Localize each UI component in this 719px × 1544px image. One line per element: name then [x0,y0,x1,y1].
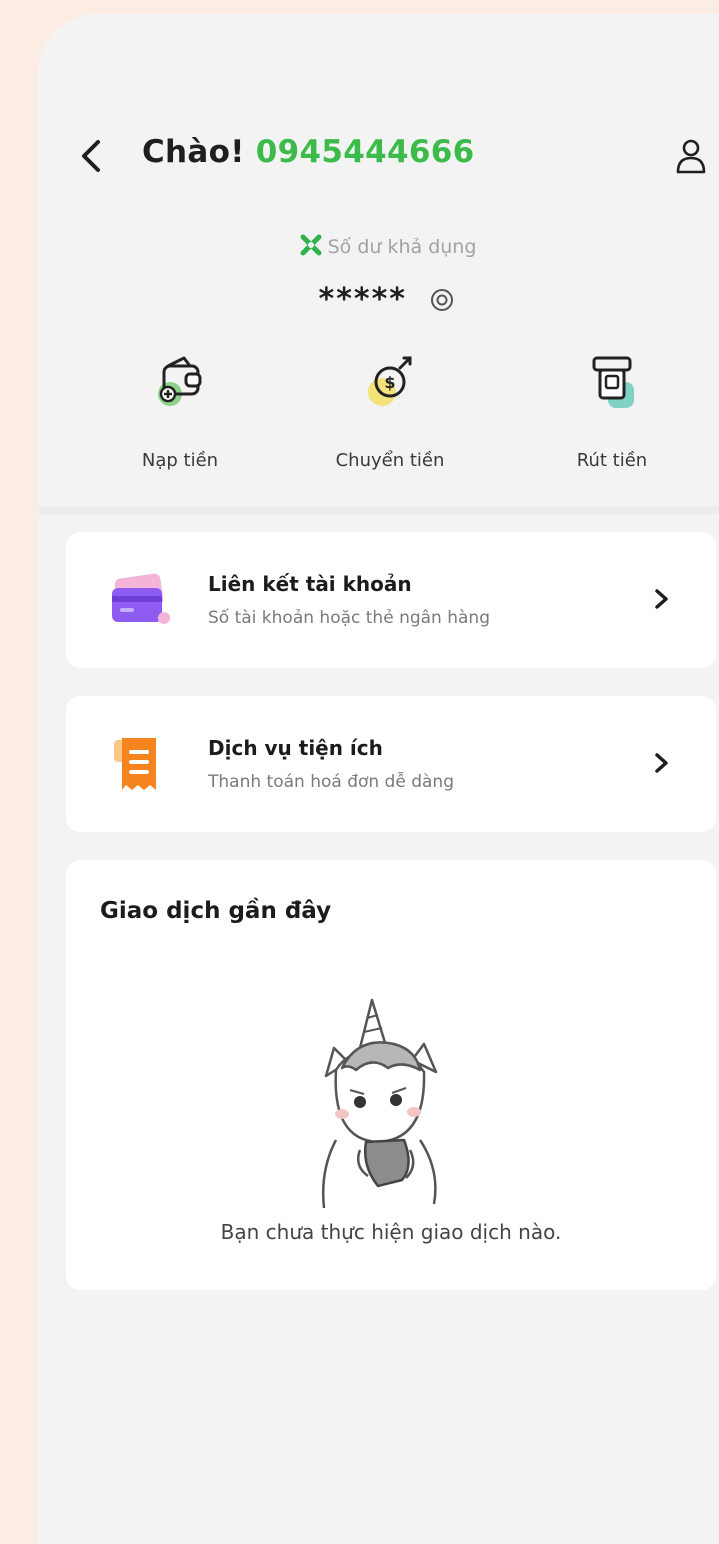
greeting: Chào! 0945444666 [142,134,474,170]
top-up-label: Nạp tiền [141,450,219,471]
chevron-right-icon [655,589,668,609]
user-profile-icon[interactable] [673,136,709,176]
balance-label: Số dư khả dụng [38,234,719,258]
top-up-button[interactable]: Nạp tiền [100,354,260,479]
link-account-subtitle: Số tài khoản hoặc thẻ ngân hàng [208,608,490,628]
section-divider [38,506,719,514]
sad-unicorn-illustration [321,998,438,1209]
utility-services-card[interactable]: Dịch vụ tiện ích Thanh toán hoá đơn dễ d… [66,696,716,832]
status-bar [38,14,719,84]
recent-transactions-card: Giao dịch gần đây Bạn chưa thực hiện gia… [66,860,716,1290]
quick-actions: Nạp tiền $ Chuyển tiền Rút tiền [38,354,719,484]
eye-toggle-icon[interactable] [427,287,457,313]
balance-masked: ***** [318,282,407,317]
link-account-card[interactable]: Liên kết tài khoản Số tài khoản hoặc thẻ… [66,532,716,668]
transfer-button[interactable]: $ Chuyển tiền [310,354,470,479]
bank-card-icon [112,573,170,624]
svg-text:$: $ [384,373,395,392]
atm-withdraw-icon [592,356,634,408]
empty-state-text: Bạn chưa thực hiện giao dịch nào. [220,1220,562,1244]
link-account-title: Liên kết tài khoản [208,572,412,596]
brand-logo-icon [300,234,322,256]
recent-transactions-title: Giao dịch gần đây [100,898,332,924]
withdraw-label: Rút tiền [576,450,648,471]
app-screen: Chào! 0945444666 Số dư khả dụng ***** Nạ… [38,14,719,1544]
receipt-icon [114,738,156,790]
balance-value: ***** [38,282,719,317]
greeting-prefix: Chào! [142,134,256,170]
back-arrow-icon[interactable] [76,136,106,176]
chevron-right-icon [655,753,668,773]
utility-services-title: Dịch vụ tiện ích [208,736,383,760]
wallet-plus-icon [158,356,202,406]
utility-services-subtitle: Thanh toán hoá đơn dễ dàng [208,772,454,792]
money-transfer-icon: $ [368,356,412,406]
balance-label-text: Số dư khả dụng [327,236,477,258]
phone-number: 0945444666 [255,134,475,170]
withdraw-button[interactable]: Rút tiền [532,354,692,479]
transfer-label: Chuyển tiền [335,450,445,471]
header: Chào! 0945444666 [38,124,719,194]
